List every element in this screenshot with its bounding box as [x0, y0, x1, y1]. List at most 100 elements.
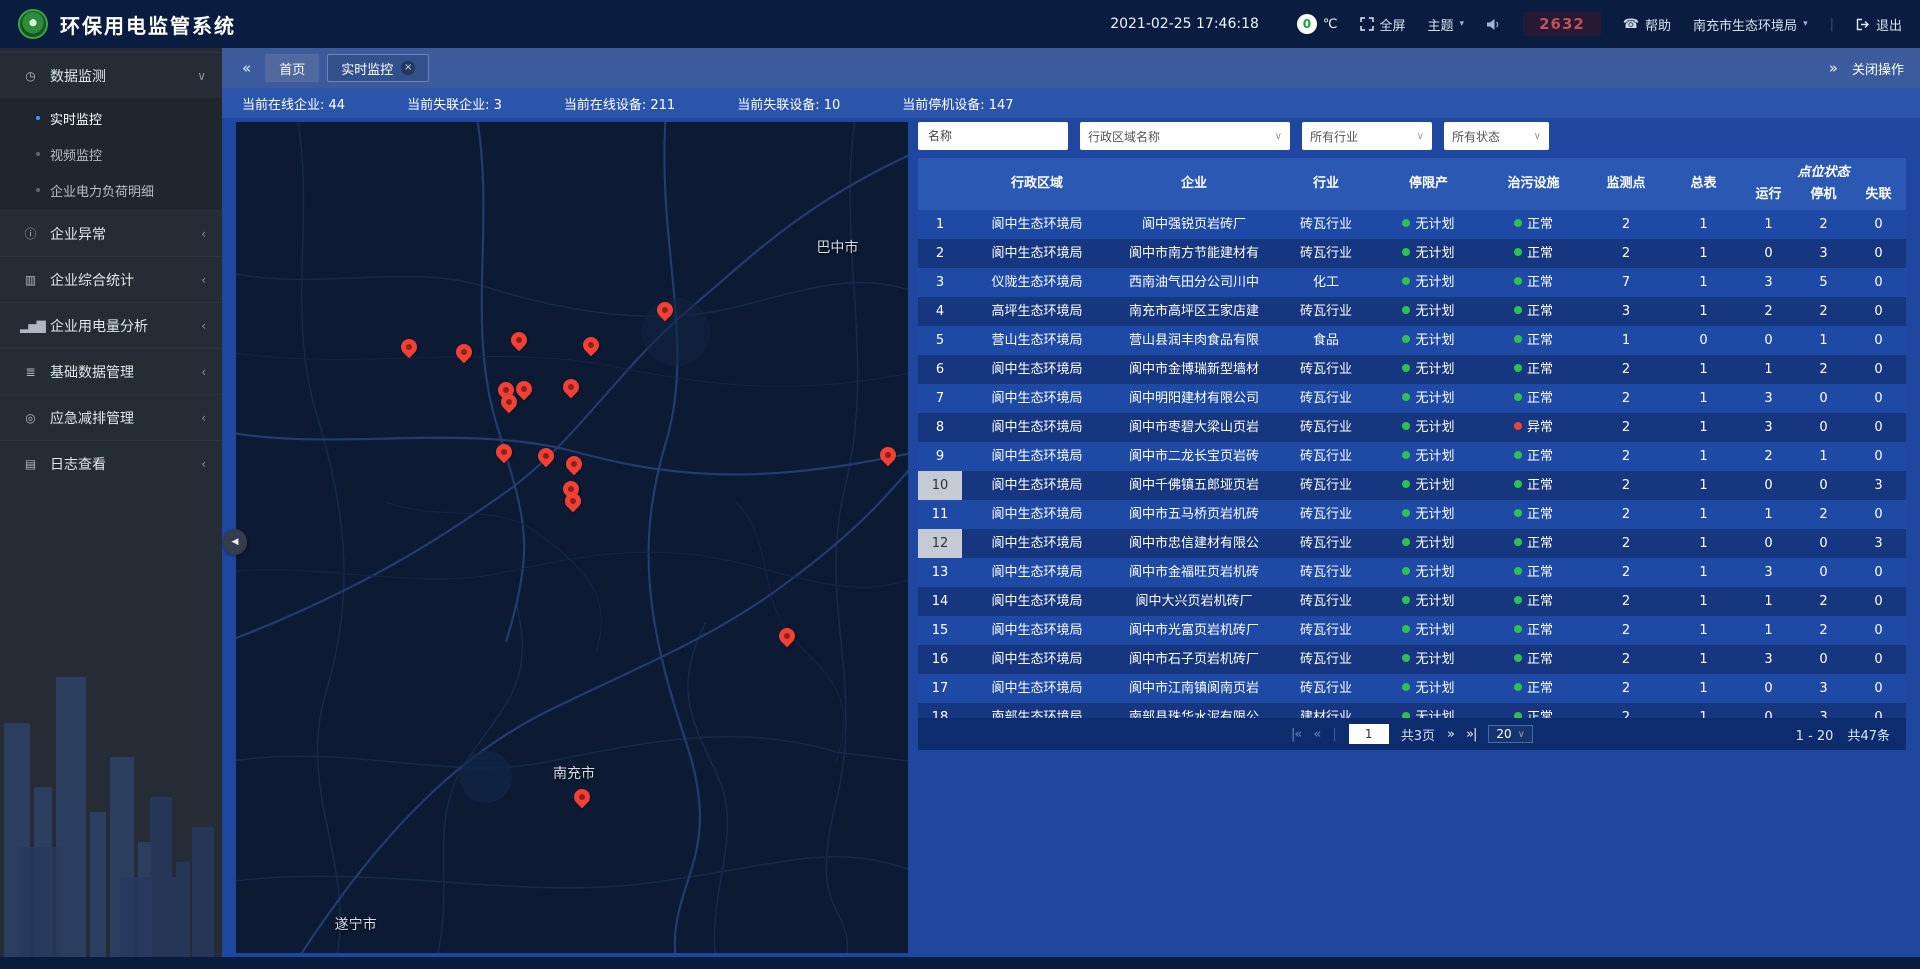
cell-industry: 砖瓦行业	[1276, 645, 1376, 674]
cell-company: 阆中市枣碧大梁山页岩	[1112, 413, 1276, 442]
sidebar-section[interactable]: ▤日志查看‹	[0, 440, 222, 486]
cell-run: 1	[1741, 616, 1796, 645]
table-row[interactable]: 4高坪生态环境局南充市高坪区王家店建砖瓦行业无计划正常31220	[918, 297, 1906, 326]
cell-index: 2	[918, 239, 962, 268]
cell-region: 阆中生态环境局	[962, 616, 1112, 645]
table-row[interactable]: 12阆中生态环境局阆中市忠信建材有限公砖瓦行业无计划正常21003	[918, 529, 1906, 558]
help-button[interactable]: ☎ 帮助	[1623, 15, 1671, 34]
alarm-count-badge[interactable]: 2632	[1523, 12, 1601, 36]
logout-button[interactable]: 退出	[1856, 15, 1902, 34]
pagination-range-label: 1 - 20共47条	[1796, 725, 1890, 744]
tab[interactable]: 实时监控×	[327, 54, 429, 82]
cell-points: 2	[1586, 471, 1666, 500]
sidebar-section[interactable]: ◷数据监测∨	[0, 52, 222, 98]
cell-index: 16	[918, 645, 962, 674]
tabs-forward-button[interactable]: »	[1825, 59, 1842, 77]
table-row[interactable]: 14阆中生态环境局阆中大兴页岩机砖厂砖瓦行业无计划正常21120	[918, 587, 1906, 616]
theme-selector[interactable]: 主题 ▾	[1428, 15, 1465, 34]
table-row[interactable]: 5营山生态环境局营山县润丰肉食品有限食品无计划正常10010	[918, 326, 1906, 355]
cell-production: 无计划	[1376, 413, 1481, 442]
status-dot-green	[1402, 509, 1410, 517]
cell-region: 阆中生态环境局	[962, 239, 1112, 268]
sidebar-section[interactable]: ◎应急减排管理‹	[0, 394, 222, 440]
sidebar-section[interactable]: ≣基础数据管理‹	[0, 348, 222, 394]
cell-company: 阆中明阳建材有限公司	[1112, 384, 1276, 413]
last-page-button[interactable]: »|	[1466, 727, 1476, 742]
cell-region: 阆中生态环境局	[962, 355, 1112, 384]
cell-facility: 正常	[1481, 529, 1586, 558]
table-body: 1阆中生态环境局阆中强锐页岩砖厂砖瓦行业无计划正常211202阆中生态环境局阆中…	[918, 210, 1906, 718]
table-row[interactable]: 17阆中生态环境局阆中市江南镇阆南页岩砖瓦行业无计划正常21030	[918, 674, 1906, 703]
close-operations-button[interactable]: 关闭操作	[1852, 59, 1904, 78]
first-page-button[interactable]: |«	[1291, 727, 1301, 742]
table-row[interactable]: 9阆中生态环境局阆中市二龙长宝页岩砖砖瓦行业无计划正常21210	[918, 442, 1906, 471]
status-dot-green	[1514, 306, 1522, 314]
cell-lost: 0	[1851, 210, 1906, 239]
cell-company: 南部县珠华水泥有限公	[1112, 703, 1276, 718]
cell-lost: 3	[1851, 529, 1906, 558]
sidebar-section[interactable]: ▂▅▇企业用电量分析‹	[0, 302, 222, 348]
sidebar-section[interactable]: ⓘ企业异常‹	[0, 210, 222, 256]
org-selector[interactable]: 南充市生态环境局 ▾	[1693, 15, 1808, 34]
status-dot-green	[1402, 306, 1410, 314]
cell-company: 阆中市金福旺页岩机砖	[1112, 558, 1276, 587]
map-panel[interactable]: ◀ 巴中市南充市遂宁市	[236, 122, 908, 953]
table-row[interactable]: 18南部生态环境局南部县珠华水泥有限公建材行业无计划正常21030	[918, 703, 1906, 718]
gauge-icon: ◷	[20, 69, 40, 83]
table-row[interactable]: 13阆中生态环境局阆中市金福旺页岩机砖砖瓦行业无计划正常21300	[918, 558, 1906, 587]
cell-industry: 砖瓦行业	[1276, 210, 1376, 239]
cell-run: 1	[1741, 587, 1796, 616]
sidebar-item[interactable]: 视频监控	[0, 136, 222, 172]
table-row[interactable]: 1阆中生态环境局阆中强锐页岩砖厂砖瓦行业无计划正常21120	[918, 210, 1906, 239]
cell-region: 阆中生态环境局	[962, 500, 1112, 529]
region-filter-select[interactable]: 行政区域名称 ∨	[1080, 122, 1290, 150]
table-row[interactable]: 16阆中生态环境局阆中市石子页岩机砖厂砖瓦行业无计划正常21300	[918, 645, 1906, 674]
cell-points: 2	[1586, 413, 1666, 442]
industry-filter-select[interactable]: 所有行业 ∨	[1302, 122, 1432, 150]
sidebar-item[interactable]: 实时监控	[0, 100, 222, 136]
table-row[interactable]: 7阆中生态环境局阆中明阳建材有限公司砖瓦行业无计划正常21300	[918, 384, 1906, 413]
table-row[interactable]: 6阆中生态环境局阆中市金博瑞新型墙材砖瓦行业无计划正常21120	[918, 355, 1906, 384]
prev-page-button[interactable]: «	[1313, 727, 1320, 742]
table-row[interactable]: 10阆中生态环境局阆中千佛镇五郎垭页岩砖瓦行业无计划正常21003	[918, 471, 1906, 500]
cell-meters: 1	[1666, 471, 1741, 500]
table-row[interactable]: 3仪陇生态环境局西南油气田分公司川中化工无计划正常71350	[918, 268, 1906, 297]
sidebar-item[interactable]: 企业电力负荷明细	[0, 172, 222, 208]
chevron-left-icon: ‹	[201, 411, 206, 425]
map-collapse-button[interactable]: ◀	[223, 529, 247, 555]
column-header-run: 运行	[1741, 184, 1796, 208]
cell-industry: 食品	[1276, 326, 1376, 355]
name-filter-input[interactable]	[918, 122, 1068, 150]
mute-button[interactable]	[1486, 18, 1501, 31]
status-filter-select[interactable]: 所有状态 ∨	[1444, 122, 1549, 150]
total-pages-label: 共3页	[1401, 725, 1435, 744]
cell-meters: 1	[1666, 703, 1741, 718]
cell-meters: 1	[1666, 210, 1741, 239]
fullscreen-button[interactable]: 全屏	[1360, 15, 1406, 34]
cell-facility: 正常	[1481, 210, 1586, 239]
sidebar-section[interactable]: ▥企业综合统计‹	[0, 256, 222, 302]
table-row[interactable]: 8阆中生态环境局阆中市枣碧大梁山页岩砖瓦行业无计划异常21300	[918, 413, 1906, 442]
cell-company: 阆中市二龙长宝页岩砖	[1112, 442, 1276, 471]
table-row[interactable]: 15阆中生态环境局阆中市光富页岩机砖厂砖瓦行业无计划正常21120	[918, 616, 1906, 645]
cell-company: 阆中市石子页岩机砖厂	[1112, 645, 1276, 674]
table-row[interactable]: 2阆中生态环境局阆中市南方节能建材有砖瓦行业无计划正常21030	[918, 239, 1906, 268]
cell-industry: 砖瓦行业	[1276, 500, 1376, 529]
next-page-button[interactable]: »	[1447, 727, 1454, 742]
table-row[interactable]: 11阆中生态环境局阆中市五马桥页岩机砖砖瓦行业无计划正常21120	[918, 500, 1906, 529]
page-input[interactable]	[1349, 724, 1389, 744]
status-dot-green	[1402, 596, 1410, 604]
tabs-back-button[interactable]: «	[238, 59, 255, 77]
tab-close-icon[interactable]: ×	[401, 61, 415, 75]
page-size-select[interactable]: 20 ∨	[1488, 725, 1533, 743]
header-toolbar: 2021-02-25 17:46:18 0 ℃ 全屏 主题 ▾ 2632 ☎ 帮…	[1110, 12, 1902, 36]
tab[interactable]: 首页	[265, 54, 319, 82]
status-dot-green	[1514, 335, 1522, 343]
cell-meters: 1	[1666, 268, 1741, 297]
cell-run: 2	[1741, 442, 1796, 471]
cell-facility: 正常	[1481, 297, 1586, 326]
footer-strip	[0, 957, 1920, 969]
column-header-facility: 治污设施	[1481, 158, 1586, 210]
chevron-left-icon: ‹	[201, 319, 206, 333]
cell-production: 无计划	[1376, 529, 1481, 558]
